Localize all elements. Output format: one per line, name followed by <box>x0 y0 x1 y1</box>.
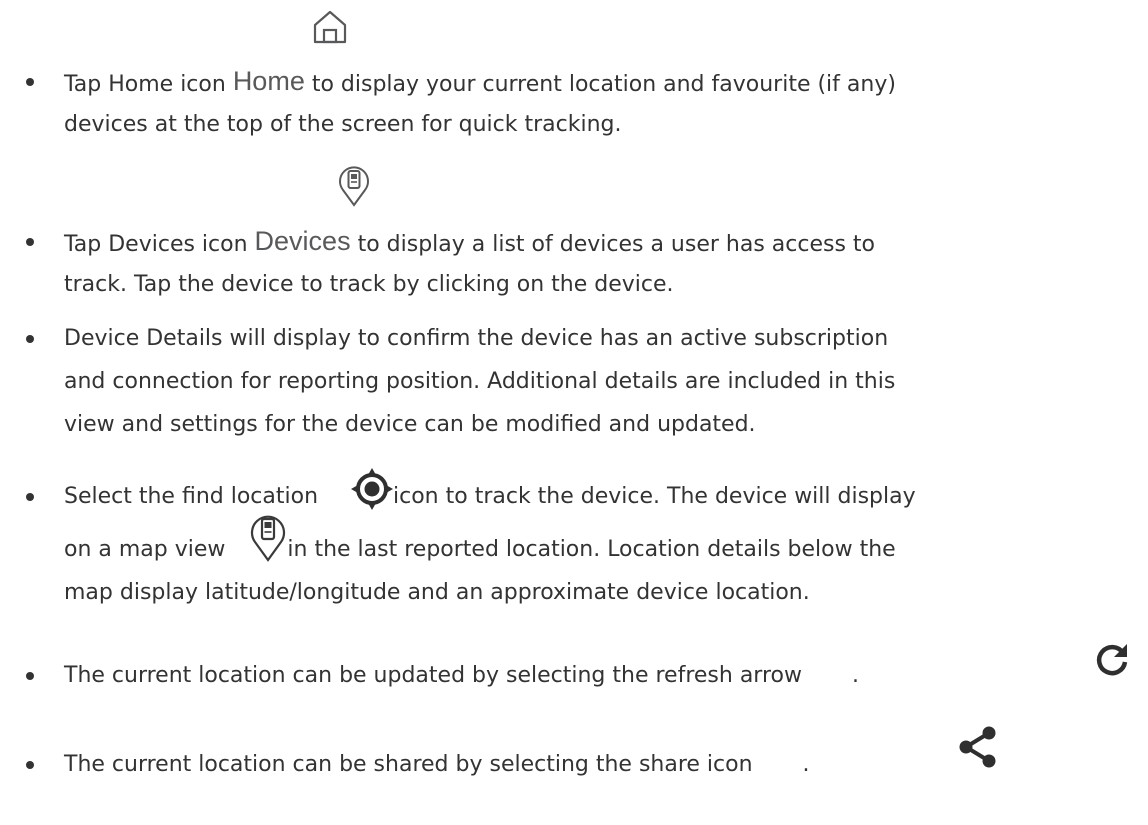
share-icon <box>956 725 1000 769</box>
bullet-dot <box>26 761 34 769</box>
help-document: Tap Home icon Home to display your curre… <box>0 0 1148 825</box>
refresh-arrow-icon <box>1094 642 1130 678</box>
text-segment: Tap Home icon <box>64 72 233 97</box>
text-segment: . <box>851 663 859 688</box>
text-line: on a map view in the last reported locati… <box>64 534 896 566</box>
text-line: Tap Devices icon Devices to display a li… <box>64 226 875 258</box>
text-line: Device Details will display to confirm t… <box>64 326 889 351</box>
text-line: The current location can be shared by se… <box>64 749 810 781</box>
text-segment: in the last reported location. Location … <box>287 537 896 562</box>
text-line: Select the find location icon to track th… <box>64 481 916 513</box>
text-line: Tap Home icon Home to display your curre… <box>64 66 896 98</box>
text-line: and connection for reporting position. A… <box>64 369 896 394</box>
text-line: map display latitude/longitude and an ap… <box>64 580 810 605</box>
bullet-dot <box>26 238 34 246</box>
text-segment: . <box>802 752 810 777</box>
devices-label: Devices <box>254 226 351 256</box>
home-icon <box>310 8 350 46</box>
text-segment: Select the find location <box>64 484 319 509</box>
text-segment: to display your current location and fav… <box>304 72 896 97</box>
text-segment: The current location can be shared by se… <box>64 752 753 777</box>
text-segment: Tap Devices icon <box>64 232 255 257</box>
text-line: track. Tap the device to track by clicki… <box>64 272 674 297</box>
device-pin-icon <box>334 164 374 208</box>
text-line: view and settings for the device can be … <box>64 412 756 437</box>
bullet-dot <box>26 78 34 86</box>
text-line: The current location can be updated by s… <box>64 660 859 692</box>
text-segment: icon to track the device. The device wil… <box>393 484 916 509</box>
text-segment: The current location can be updated by s… <box>64 663 802 688</box>
device-pin-icon <box>246 511 290 563</box>
text-segment: on a map view <box>64 537 226 562</box>
bullet-dot <box>26 335 34 343</box>
text-line: devices at the top of the screen for qui… <box>64 112 622 137</box>
text-segment: to display a list of devices a user has … <box>350 232 876 257</box>
home-label: Home <box>232 66 305 96</box>
target-location-icon <box>350 467 394 511</box>
bullet-dot <box>26 493 34 501</box>
bullet-dot <box>26 672 34 680</box>
